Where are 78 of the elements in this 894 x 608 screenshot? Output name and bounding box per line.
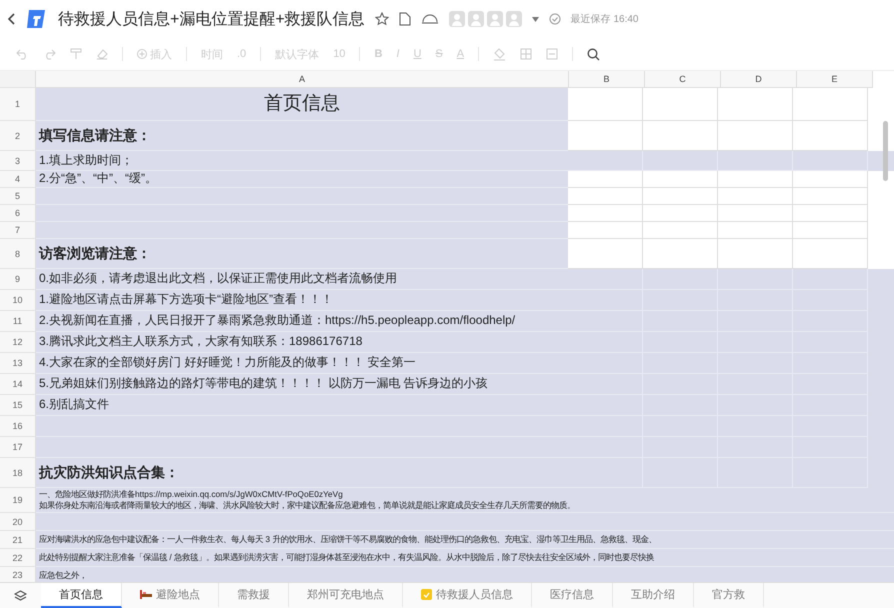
border-icon[interactable] xyxy=(520,48,532,60)
table-cell: 抗灾防洪知识点合集： xyxy=(36,458,568,488)
row-number: 1 xyxy=(0,88,36,121)
row-number: 23 xyxy=(0,567,36,582)
table-cell: 此处特别提醒大家注意准备「保温毯 / 急救毯」。如果遇到洪涝灾害，可能打湿身体甚至浸泡在水中，有失温风险。从水中脱险后，除了尽快去往安全区域外，同时也要尽快换 xyxy=(36,549,894,567)
avatar-icon[interactable] xyxy=(486,11,503,27)
avatar-icon[interactable] xyxy=(506,11,522,27)
sheet-tab[interactable]: 官方救 xyxy=(694,583,764,608)
table-cell: 一、危险地区做好防洪准备https://mp.weixin.qq.com/s/JgW0xCMtV-fPoQoE0zYeVg 如果你身处东南沿海或者降雨量较大的地区，海啸、洪水风险较大时，家中建议配备应急避难包，简单说就是能让家庭成员安全生存几天所需要的物质。 xyxy=(36,488,894,513)
eraser-icon[interactable] xyxy=(96,48,108,60)
sheet-tab[interactable]: 互助介绍 xyxy=(613,583,694,608)
caret-icon[interactable] xyxy=(532,16,539,22)
table-cell: 1.填上求助时间； xyxy=(36,151,568,171)
sheet-tab[interactable]: 避险地点 xyxy=(122,583,219,608)
row-number: 3 xyxy=(0,151,36,171)
row-number: 2 xyxy=(0,121,36,151)
column-header[interactable]: E xyxy=(797,71,873,88)
row-number: 18 xyxy=(0,458,36,488)
save-status: 最近保存 16:40 xyxy=(570,12,638,26)
table-cell: 访客浏览请注意： xyxy=(36,239,568,269)
row-number: 17 xyxy=(0,437,36,458)
plus-circle-icon xyxy=(137,49,147,59)
table-cell: 填写信息请注意： xyxy=(36,121,568,151)
row-number: 20 xyxy=(0,513,36,531)
sheet-tab[interactable]: 需救援 xyxy=(219,583,289,608)
bed-icon xyxy=(140,590,152,599)
row-number: 5 xyxy=(0,188,36,205)
table-cell: 应急包之外， xyxy=(36,567,894,582)
table-cell: 6.别乱搞文件 xyxy=(36,395,568,416)
scrollbar[interactable] xyxy=(883,121,888,181)
row-number: 15 xyxy=(0,395,36,416)
row-number: 14 xyxy=(0,374,36,395)
row-number: 16 xyxy=(0,416,36,437)
table-cell: 0.如非必须，请考虑退出此文档，以保证正需使用此文档者流畅使用 xyxy=(36,269,568,290)
row-number: 10 xyxy=(0,290,36,311)
star-icon[interactable] xyxy=(374,12,389,26)
sheet-tab[interactable]: 医疗信息 xyxy=(532,583,613,608)
document-icon[interactable] xyxy=(398,12,411,26)
row-number: 22 xyxy=(0,549,36,567)
fill-color-icon[interactable] xyxy=(493,48,506,60)
row-number: 13 xyxy=(0,353,36,374)
table-cell: 首页信息 xyxy=(36,88,568,121)
table-cell: 2.央视新闻在直播，人民日报开了暴雨紧急救助通道：https://h5.peopleapp.com/floodhelp/ xyxy=(36,311,568,332)
row-number: 4 xyxy=(0,171,36,188)
sheet-tab[interactable]: 首页信息 xyxy=(41,583,122,608)
logo-icon xyxy=(26,8,48,30)
table-cell: 2.分“急”、“中”、“缓”。 xyxy=(36,171,568,188)
column-header[interactable]: D xyxy=(721,71,797,88)
avatar-icon[interactable] xyxy=(468,11,484,27)
search-icon[interactable] xyxy=(587,48,600,60)
sheet-tab[interactable]: 郑州可充电地点 xyxy=(289,583,403,608)
table-cell: 应对海啸洪水的应急包中建议配备：一人一件救生衣、每人每天 3 升的饮用水、压缩饼干等不易腐败的食物、能处理伤口的急救包、充电宝、湿巾等卫生用品、急救毯、现金、 xyxy=(36,531,894,549)
row-number: 12 xyxy=(0,332,36,353)
merge-cells-icon[interactable] xyxy=(546,48,558,60)
format-painter-icon[interactable] xyxy=(70,48,82,60)
row-number: 11 xyxy=(0,311,36,332)
row-number: 21 xyxy=(0,531,36,549)
column-header[interactable]: C xyxy=(645,71,721,88)
row-number: 19 xyxy=(0,488,36,513)
redo-icon[interactable] xyxy=(43,48,56,60)
note-icon xyxy=(421,589,432,600)
undo-icon[interactable] xyxy=(16,48,29,60)
row-number: 7 xyxy=(0,222,36,239)
row-number: 6 xyxy=(0,205,36,222)
table-cell: 3.腾讯求此文档主人联系方式，大家有知联系：18986176718 xyxy=(36,332,568,353)
row-number: 8 xyxy=(0,239,36,269)
table-cell: 4.大家在家的全部锁好房门 好好睡觉！力所能及的做事！！！ 安全第一 xyxy=(36,353,568,374)
table-cell: 1.避险地区请点击屏幕下方选项卡“避险地区”查看！！！ xyxy=(36,290,568,311)
row-number: 9 xyxy=(0,269,36,290)
check-circle-icon xyxy=(548,13,561,25)
sheet-tab[interactable]: 待救援人员信息 xyxy=(403,583,532,608)
column-header[interactable]: A xyxy=(36,71,569,88)
back-icon[interactable] xyxy=(8,13,16,25)
table-cell: 5.兄弟姐妹们别接触路边的路灯等带电的建筑！！！！ 以防万一漏电 告诉身边的小孩 xyxy=(36,374,568,395)
document-title: 待救援人员信息+漏电位置提醒+救援队信息 xyxy=(58,10,365,30)
column-header[interactable]: B xyxy=(569,71,645,88)
avatar-icon[interactable] xyxy=(448,11,465,27)
select-all-corner[interactable] xyxy=(0,71,36,88)
